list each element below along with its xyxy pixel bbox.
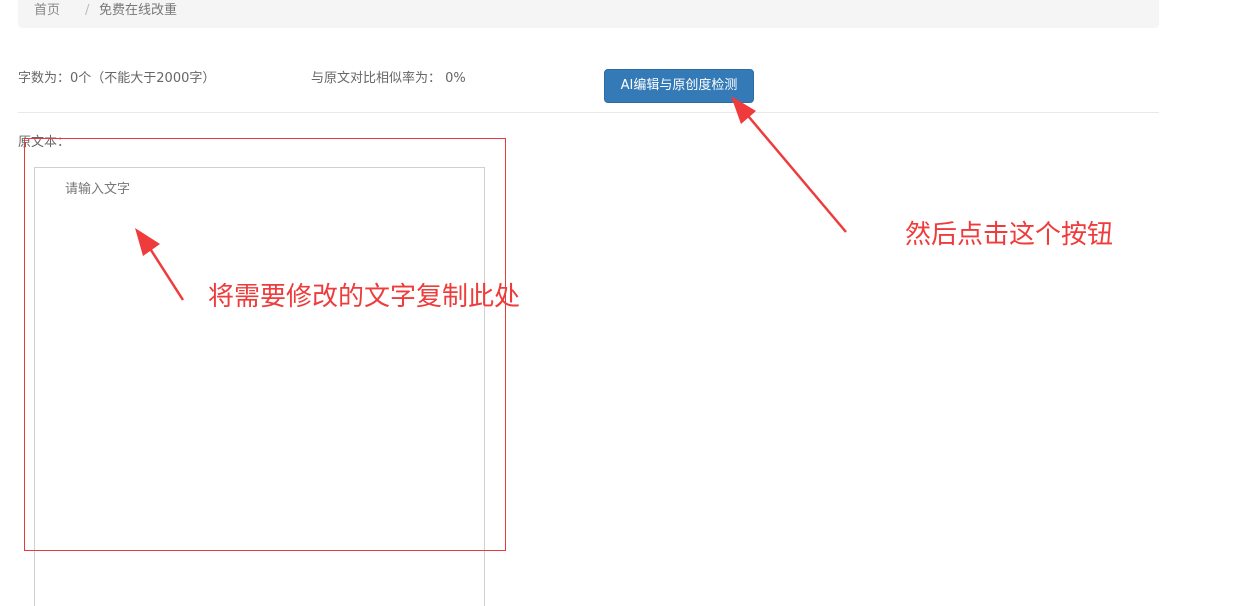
- annotation-right-note: 然后点击这个按钮: [905, 220, 1114, 250]
- breadcrumb-current: 免费在线改重: [99, 3, 178, 18]
- arrow-to-button: [731, 96, 847, 233]
- original-text-label: 原文本：: [18, 135, 71, 150]
- annotation-left-note: 将需要修改的文字复制此处: [208, 282, 521, 312]
- divider: [18, 112, 1159, 113]
- breadcrumb-home-link[interactable]: 首页: [34, 3, 60, 19]
- original-text-input[interactable]: [34, 167, 485, 606]
- ai-edit-detect-button[interactable]: AI编辑与原创度检测: [604, 69, 754, 103]
- breadcrumb: 首页 / 免费在线改重: [18, 0, 1159, 28]
- breadcrumb-separator: /: [85, 3, 90, 18]
- similarity-rate-text: 与原文对比相似率为： 0%: [311, 71, 466, 86]
- page: 首页 / 免费在线改重 字数为：0个（不能大于2000字） 与原文对比相似率为：…: [0, 0, 1242, 606]
- word-count-text: 字数为：0个（不能大于2000字）: [18, 71, 216, 86]
